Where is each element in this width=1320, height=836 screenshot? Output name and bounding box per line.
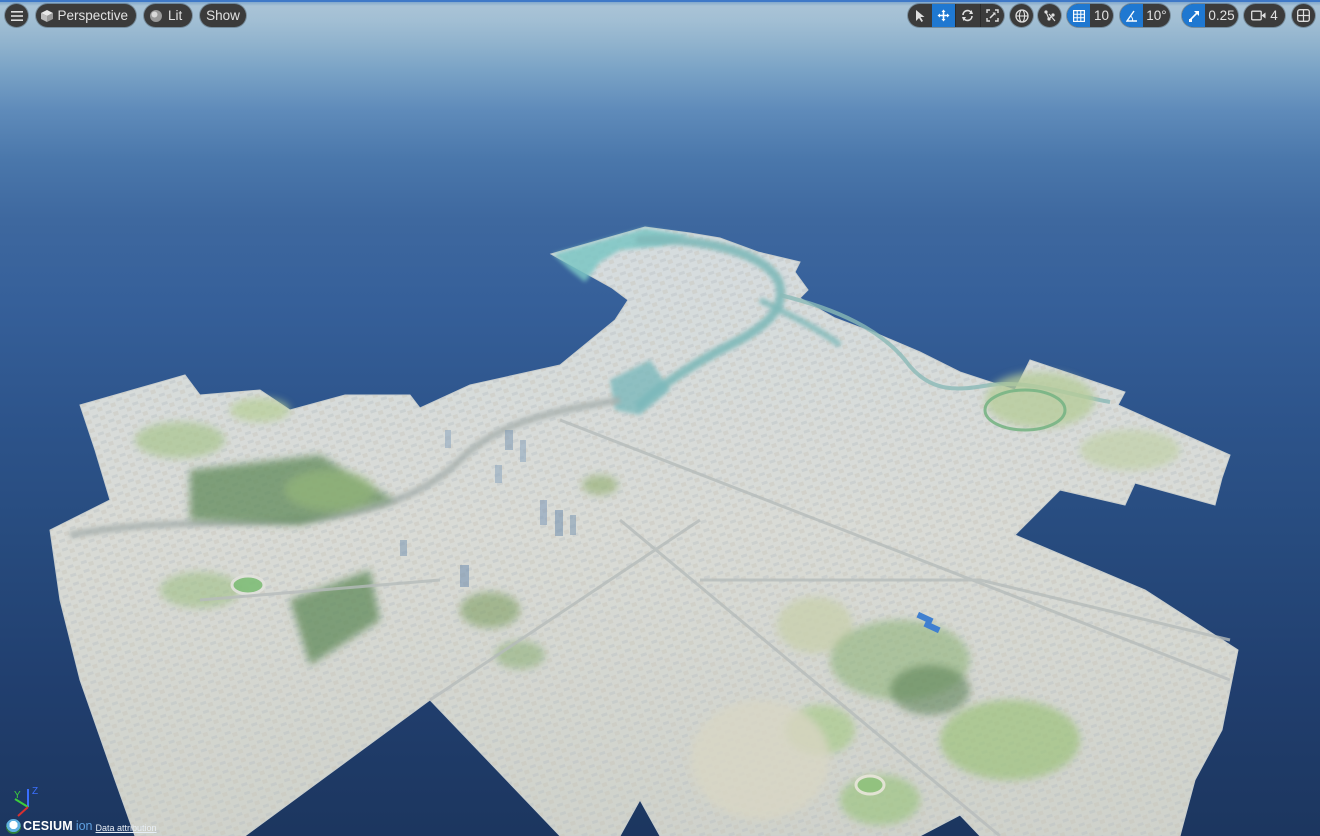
grid-snap-control: 10 (1067, 4, 1113, 27)
cesium-brand-word: CESIUM (23, 819, 73, 833)
scale-icon (986, 9, 999, 22)
scale-snap-toggle[interactable] (1182, 4, 1205, 27)
globe-icon (1014, 8, 1029, 23)
rotation-snap-value: 10° (1146, 8, 1167, 23)
cursor-arrow-icon (915, 9, 925, 22)
translate-tool-button[interactable] (931, 4, 955, 27)
view-mode-perspective-button[interactable]: Perspective (36, 4, 136, 27)
camera-speed-button[interactable]: 4 (1244, 4, 1285, 27)
rotate-tool-button[interactable] (955, 4, 980, 27)
axis-gizmo: Z Y (14, 786, 38, 817)
x-axis-line (17, 806, 29, 817)
viewport-options-menu-button[interactable] (5, 4, 28, 27)
stadium (230, 574, 266, 596)
show-flags-button[interactable]: Show (200, 4, 246, 27)
diagonal-arrow-icon (1188, 10, 1200, 22)
camera-speed-value: 4 (1270, 8, 1278, 23)
grid-icon (1072, 9, 1085, 22)
scale-snap-value: 0.25 (1208, 8, 1235, 23)
viewport-layout-icon (1297, 9, 1310, 22)
grid-snap-value-dropdown[interactable]: 10 (1090, 4, 1113, 27)
video-camera-icon (1251, 10, 1266, 21)
lit-sphere-icon (144, 9, 168, 23)
coordinate-space-button[interactable] (1010, 4, 1033, 27)
data-attribution-link[interactable]: Data attribution (96, 823, 157, 833)
lighting-mode-button[interactable]: Lit (144, 4, 192, 27)
rotate-icon (961, 9, 974, 22)
hamburger-menu-icon (10, 10, 23, 21)
cesium-logo-icon (6, 818, 21, 834)
view-mode-label: Perspective (57, 8, 128, 23)
city-tileset-render (49, 226, 1239, 836)
select-tool-button[interactable] (908, 4, 932, 27)
viewport-layout-button[interactable] (1292, 4, 1315, 27)
cesium-ion-word: ion (75, 819, 93, 833)
scale-snap-value-dropdown[interactable]: 0.25 (1205, 4, 1238, 27)
scale-tool-button[interactable] (979, 4, 1005, 27)
lighting-mode-label: Lit (168, 8, 183, 23)
z-axis-label: Z (32, 786, 38, 797)
scale-snap-control: 0.25 (1182, 4, 1238, 27)
cesium-ion-credit: CESIUM ion Data attribution (6, 818, 157, 834)
level-viewport[interactable]: Perspective Lit Show 10 10° 0.25 4 Z Y C… (0, 0, 1320, 836)
surface-snapping-button[interactable] (1038, 4, 1061, 27)
rotation-snap-value-dropdown[interactable]: 10° (1143, 4, 1170, 27)
grid-snap-toggle[interactable] (1067, 4, 1090, 27)
grid-snap-value: 10 (1093, 8, 1110, 23)
rotation-snap-toggle[interactable] (1120, 4, 1143, 27)
cube-icon (36, 9, 57, 23)
transform-tools-group (908, 4, 1004, 27)
y-axis-label: Y (14, 790, 21, 801)
rotation-snap-control: 10° (1120, 4, 1170, 27)
show-label: Show (206, 8, 240, 23)
angle-icon (1125, 10, 1138, 22)
surface-snap-icon (1043, 9, 1057, 23)
move-arrows-icon (937, 9, 950, 22)
